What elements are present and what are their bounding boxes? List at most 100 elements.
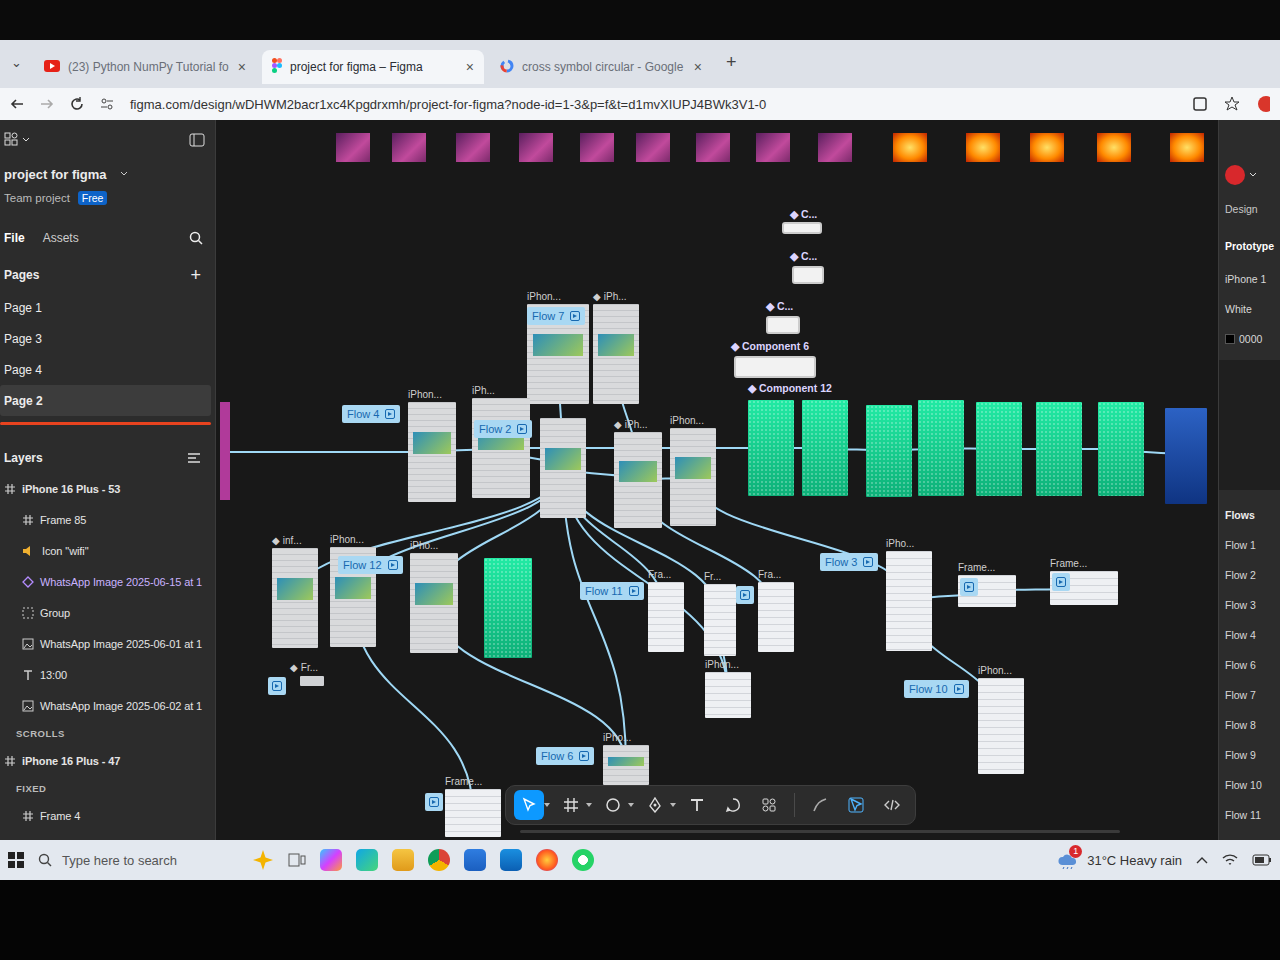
layer-row[interactable]: iPhone 16 Plus - 53 (0, 473, 215, 504)
frame-node[interactable] (1036, 402, 1082, 496)
frame-label[interactable]: ◆ iPh... (593, 291, 627, 303)
frame-label[interactable]: ◆ Fr... (290, 662, 318, 674)
layer-row[interactable]: 13:00 (0, 659, 215, 690)
flow-start[interactable]: Flow 6 (536, 747, 594, 765)
flow-start[interactable]: Flow 11 (580, 582, 644, 600)
component-label[interactable]: ◆ Component 6 (731, 340, 809, 352)
device-select[interactable]: iPhone 1 (1225, 273, 1266, 285)
frame-node[interactable] (978, 678, 1024, 774)
frame-label[interactable]: Frame... (1050, 558, 1087, 570)
tab-close[interactable]: × (694, 59, 702, 75)
component-label[interactable]: ◆ Component 12 (748, 382, 832, 394)
flow-start-icon[interactable] (1052, 573, 1070, 591)
flow-item[interactable]: Flow 11 (1225, 809, 1261, 821)
store-icon[interactable] (464, 849, 486, 871)
color-swatch[interactable] (1225, 334, 1235, 344)
layer-row[interactable]: WhatsApp Image 2025-06-01 at 1 (0, 628, 215, 659)
files-icon[interactable] (392, 849, 414, 871)
page-item[interactable]: Page 1 (0, 292, 211, 323)
outlook-icon[interactable] (500, 849, 522, 871)
whatsapp-icon[interactable] (572, 849, 594, 871)
move-tool[interactable] (514, 790, 544, 820)
flow-start-icon[interactable] (425, 793, 443, 811)
frame-label[interactable]: ◆ inf... (272, 535, 302, 547)
flow-item[interactable]: Flow 1 (1225, 539, 1256, 551)
component-label[interactable]: ◆ C... (790, 250, 817, 262)
frame-node[interactable] (1165, 408, 1207, 504)
browser-tab[interactable]: project for figma – Figma× (262, 50, 484, 84)
panel-tab[interactable]: Assets (43, 231, 79, 245)
pen-tool[interactable] (640, 790, 670, 820)
frame-node[interactable] (758, 582, 794, 652)
tab-close[interactable]: × (238, 59, 246, 75)
frame-node[interactable] (593, 304, 639, 404)
layer-row[interactable]: Frame 4 (0, 800, 215, 831)
page-item[interactable]: Page 3 (0, 323, 211, 354)
draw-tool[interactable] (805, 790, 835, 820)
component-label[interactable]: ◆ C... (766, 300, 793, 312)
tab-close[interactable]: × (466, 59, 474, 75)
flow-item[interactable]: Flow 2 (1225, 569, 1256, 581)
panel-tab[interactable]: File (4, 231, 25, 245)
browser-tab[interactable]: (23) Python NumPy Tutorial fo× (34, 50, 256, 84)
tab-menu[interactable]: ⌄ (4, 55, 28, 70)
component-label[interactable]: ◆ C... (790, 208, 817, 220)
frame-node[interactable] (704, 584, 736, 656)
frame-node[interactable] (918, 400, 964, 496)
dev-tool[interactable] (877, 790, 907, 820)
layer-row[interactable]: WhatsApp Image 2025-06-02 at 1 (0, 690, 215, 721)
frame-label[interactable]: iPho... (886, 538, 914, 550)
flow-item[interactable]: Flow 4 (1225, 629, 1256, 641)
frame-node[interactable] (300, 676, 324, 686)
frame-label[interactable]: Fra... (648, 569, 671, 581)
flow-item[interactable]: Flow 6 (1225, 659, 1256, 671)
page-item[interactable]: Page 2 (0, 385, 211, 416)
frame-node[interactable] (866, 405, 912, 497)
comment-tool[interactable] (718, 790, 748, 820)
frame-label[interactable]: iPhon... (408, 389, 442, 401)
chrome-icon[interactable] (428, 849, 450, 871)
frame-label[interactable]: iPhon... (705, 659, 739, 671)
frame-node[interactable] (1098, 402, 1144, 496)
frame-node[interactable] (802, 400, 848, 496)
flow-item[interactable]: Flow 8 (1225, 719, 1256, 731)
frame-node[interactable] (540, 418, 586, 518)
flow-start-icon[interactable] (960, 578, 978, 596)
frame-node[interactable] (705, 672, 751, 718)
url-field[interactable]: figma.com/design/wDHWM2bacr1xc4Kpgdrxmh/… (130, 97, 1176, 112)
flow-item[interactable]: Flow 10 (1225, 779, 1262, 791)
actions-tool[interactable] (754, 790, 784, 820)
component[interactable] (792, 266, 824, 284)
frame-node[interactable] (748, 400, 794, 496)
frame-node[interactable] (408, 402, 456, 502)
panel-tab[interactable]: Design (1225, 203, 1258, 215)
frame-label[interactable]: ◆ iPh... (614, 419, 648, 431)
flow-start[interactable]: Flow 4 (342, 405, 400, 423)
frame-node[interactable] (484, 558, 532, 658)
frame-label[interactable]: Frame... (445, 776, 482, 788)
frame-node[interactable] (976, 402, 1022, 496)
frame-label[interactable]: iPh... (472, 385, 495, 397)
flow-start-icon[interactable] (268, 677, 286, 695)
prototype-tool[interactable] (841, 790, 871, 820)
frame-node[interactable] (272, 548, 318, 648)
frame-label[interactable]: iPho... (603, 732, 631, 744)
edge-icon[interactable] (356, 849, 378, 871)
layer-row[interactable]: Icon "wifi" (0, 535, 215, 566)
frame-label[interactable]: Frame... (958, 562, 995, 574)
layer-row[interactable]: Group (0, 597, 215, 628)
color-value[interactable]: 0000 (1239, 333, 1262, 345)
component[interactable] (766, 316, 800, 334)
flow-start[interactable]: Flow 10 (904, 680, 969, 698)
frame-label[interactable]: iPho... (410, 540, 438, 552)
flow-start[interactable]: Flow 12 (338, 556, 403, 574)
flow-item[interactable]: Flow 7 (1225, 689, 1256, 701)
frame-node[interactable] (614, 432, 662, 528)
flow-start[interactable]: Flow 7 (527, 307, 585, 325)
text-tool[interactable] (682, 790, 712, 820)
shape-tool[interactable] (598, 790, 628, 820)
flow-item[interactable]: Flow 9 (1225, 749, 1256, 761)
file-name[interactable]: project for figma (4, 167, 107, 182)
frame-node[interactable] (472, 398, 530, 498)
component[interactable] (782, 222, 822, 234)
